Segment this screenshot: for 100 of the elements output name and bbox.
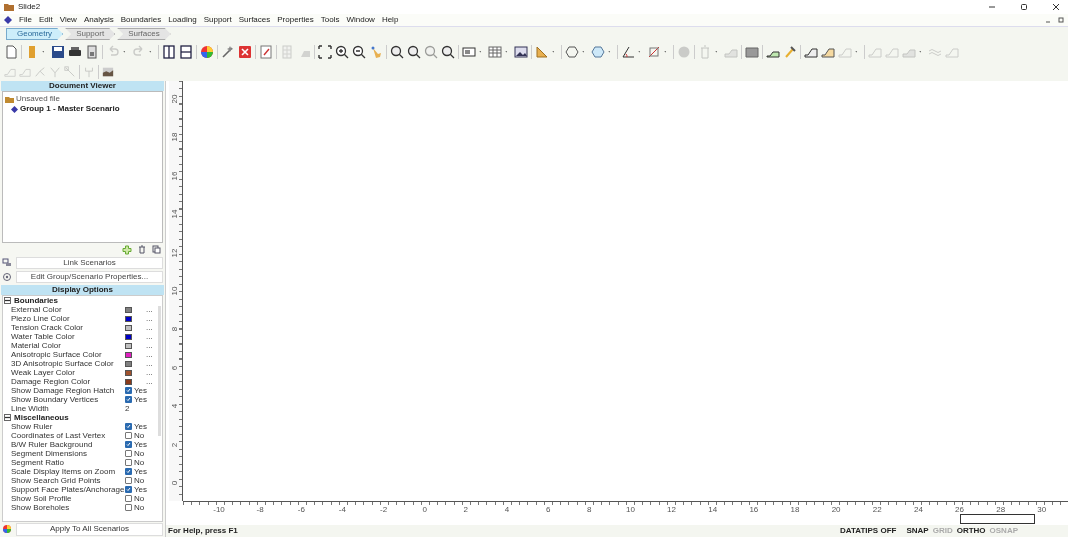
- scrollbar[interactable]: [158, 306, 161, 436]
- zoom-extents-icon[interactable]: [318, 45, 332, 59]
- add-icon[interactable]: [122, 244, 132, 255]
- workflow-tab[interactable]: Support: [65, 28, 116, 40]
- workflow-tab[interactable]: Geometry: [6, 28, 64, 40]
- menu-item[interactable]: Help: [381, 16, 399, 24]
- copy-icon[interactable]: [152, 245, 161, 254]
- checkbox[interactable]: [125, 387, 132, 394]
- hexagon-icon[interactable]: [591, 45, 605, 59]
- delete-icon[interactable]: [238, 45, 252, 59]
- checkbox[interactable]: [125, 504, 132, 511]
- ruler-label: 22: [871, 506, 883, 514]
- link-scenarios-button[interactable]: Link Scenarios: [16, 256, 163, 269]
- color-swatch[interactable]: [125, 360, 132, 367]
- zoom-icon[interactable]: [441, 45, 455, 59]
- ruler-label: 30: [1036, 506, 1048, 514]
- zoom-icon[interactable]: [407, 45, 421, 59]
- color-swatch[interactable]: [125, 324, 132, 331]
- table-icon[interactable]: [488, 45, 502, 59]
- menu-item[interactable]: Support: [203, 16, 232, 24]
- menu-item[interactable]: Loading: [168, 16, 197, 24]
- ellipsis-button[interactable]: ...: [146, 368, 153, 377]
- color-swatch[interactable]: [125, 333, 132, 340]
- menu-item[interactable]: Analysis: [83, 16, 114, 24]
- edit-properties-button[interactable]: Edit Group/Scenario Properties...: [16, 271, 163, 283]
- restore-icon[interactable]: [1020, 3, 1028, 11]
- pen-icon[interactable]: [259, 45, 273, 59]
- tree-item[interactable]: Unsaved file: [16, 95, 61, 103]
- color-swatch[interactable]: [125, 306, 132, 313]
- triangle-ruler-icon[interactable]: [535, 45, 549, 59]
- status-indicator[interactable]: ORTHO: [956, 527, 986, 535]
- save-icon[interactable]: [51, 45, 65, 59]
- checkbox[interactable]: [125, 486, 132, 493]
- checkbox[interactable]: [125, 495, 132, 502]
- window-title: Slide2: [18, 3, 41, 11]
- slope-icon[interactable]: [821, 45, 835, 59]
- color-swatch[interactable]: [125, 378, 132, 385]
- slope-icon[interactable]: [804, 45, 818, 59]
- preview-icon[interactable]: [85, 45, 99, 59]
- workflow-tab[interactable]: Surfaces: [117, 28, 171, 40]
- checkbox[interactable]: [125, 468, 132, 475]
- expand-toggle[interactable]: [4, 297, 11, 304]
- zoom-out-icon[interactable]: [352, 45, 366, 59]
- ruler-label: 8: [171, 327, 180, 332]
- angle-icon[interactable]: [621, 45, 635, 59]
- property-value: Yes: [134, 485, 148, 494]
- menu-item[interactable]: Boundaries: [120, 16, 162, 24]
- profile-icon[interactable]: [102, 66, 114, 78]
- text-box-icon[interactable]: [462, 45, 476, 59]
- wand-icon[interactable]: [221, 45, 235, 59]
- distance-icon[interactable]: [647, 45, 661, 59]
- ellipsis-button[interactable]: ...: [146, 332, 153, 341]
- ellipsis-button[interactable]: ...: [146, 305, 153, 314]
- status-indicator[interactable]: DATATIPS OFF: [840, 527, 897, 535]
- menu-item[interactable]: Surfaces: [238, 16, 271, 24]
- color-wheel-icon[interactable]: [200, 45, 214, 59]
- color-swatch[interactable]: [125, 369, 132, 376]
- print-icon[interactable]: [68, 45, 82, 59]
- ellipsis-button[interactable]: ...: [146, 350, 153, 359]
- menu-item[interactable]: Properties: [277, 16, 314, 24]
- menu-item[interactable]: File: [19, 16, 32, 24]
- minimize-icon[interactable]: [988, 3, 996, 11]
- close-icon[interactable]: [1052, 3, 1060, 11]
- tree-item[interactable]: Group 1 - Master Scenario: [20, 105, 120, 113]
- color-swatch[interactable]: [125, 342, 132, 349]
- zoom-in-icon[interactable]: [335, 45, 349, 59]
- ellipsis-button[interactable]: ...: [146, 314, 153, 323]
- document-icon[interactable]: [4, 45, 18, 59]
- ruler-label: 0: [171, 480, 180, 486]
- ellipsis-button[interactable]: ...: [146, 359, 153, 368]
- status-indicator[interactable]: SNAP: [906, 527, 929, 535]
- ellipsis-button[interactable]: ...: [146, 377, 153, 386]
- zoom-icon[interactable]: [390, 45, 404, 59]
- checkbox[interactable]: [125, 477, 132, 484]
- checkbox[interactable]: [125, 423, 132, 430]
- horizontal-split-icon[interactable]: [179, 45, 193, 59]
- checkbox[interactable]: [125, 459, 132, 466]
- ruler-label: 18: [789, 506, 801, 514]
- ellipsis-button[interactable]: ...: [146, 341, 153, 350]
- checkbox[interactable]: [125, 450, 132, 457]
- expand-toggle[interactable]: [4, 414, 11, 421]
- trash-icon[interactable]: [138, 245, 146, 254]
- menu-item[interactable]: View: [59, 16, 77, 24]
- menu-item[interactable]: Edit: [38, 16, 53, 24]
- checkbox[interactable]: [125, 432, 132, 439]
- menu-item[interactable]: Tools: [320, 16, 340, 24]
- hammer-icon[interactable]: [783, 45, 797, 59]
- property-label: Show Boundary Vertices: [11, 395, 100, 404]
- slope-icon[interactable]: [745, 45, 759, 59]
- vertical-split-icon[interactable]: [162, 45, 176, 59]
- ruler-label: 2: [171, 442, 180, 447]
- ellipsis-button[interactable]: ...: [146, 323, 153, 332]
- menu-item[interactable]: Window: [346, 16, 375, 24]
- color-swatch[interactable]: [125, 315, 132, 322]
- checkbox[interactable]: [125, 396, 132, 403]
- apply-button[interactable]: Apply To All Scenarios: [16, 522, 163, 536]
- checkbox[interactable]: [125, 441, 132, 448]
- color-swatch[interactable]: [125, 351, 132, 358]
- polygon-icon[interactable]: [565, 45, 579, 59]
- image-icon[interactable]: [514, 45, 528, 59]
